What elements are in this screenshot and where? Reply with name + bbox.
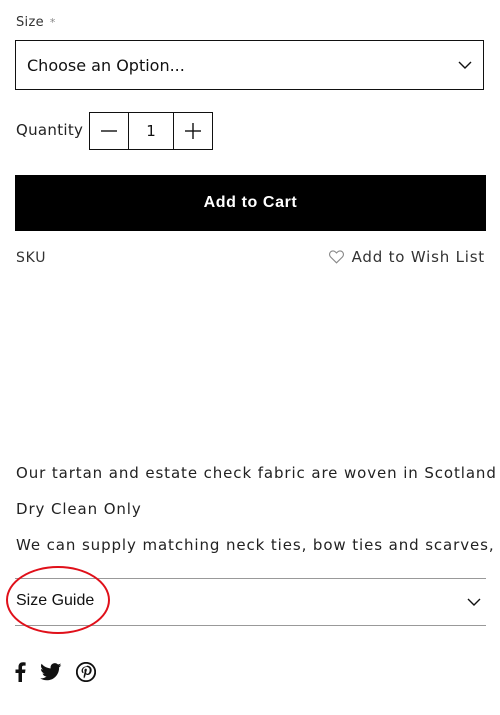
accordion-top-divider [15,578,486,579]
social-share-bar [14,662,110,682]
required-marker: * [49,16,56,29]
description-line: Dry Clean Only [16,500,142,518]
quantity-stepper: 1 [89,112,213,150]
wishlist-label: Add to Wish List [351,248,485,266]
size-select[interactable]: Choose an Option... [15,40,484,90]
quantity-increase-button[interactable] [174,113,212,149]
plus-icon [185,123,201,139]
product-page: Size * Choose an Option... Quantity 1 Add… [0,0,500,715]
quantity-input[interactable]: 1 [128,113,174,149]
heart-icon [328,250,344,264]
sku-label: SKU [16,250,47,266]
add-to-cart-button[interactable]: Add to Cart [15,175,486,231]
size-select-value: Choose an Option... [27,55,185,75]
minus-icon [101,130,117,132]
chevron-down-icon[interactable] [466,594,482,610]
quantity-decrease-button[interactable] [90,113,128,149]
chevron-down-icon [458,61,472,69]
pinterest-icon [76,662,96,682]
twitter-icon [40,663,62,681]
size-label: Size * [16,15,56,30]
twitter-share-link[interactable] [40,663,62,681]
add-to-wishlist-link[interactable]: Add to Wish List [328,248,485,266]
facebook-share-link[interactable] [14,662,26,682]
description-line: We can supply matching neck ties, bow ti… [16,536,495,554]
size-guide-toggle[interactable]: Size Guide [16,592,94,610]
accordion-bottom-divider [15,625,486,626]
quantity-label: Quantity [16,121,84,139]
pinterest-share-link[interactable] [76,662,96,682]
description-line: Our tartan and estate check fabric are w… [16,464,497,482]
size-label-text: Size [16,15,44,30]
facebook-icon [15,662,26,682]
